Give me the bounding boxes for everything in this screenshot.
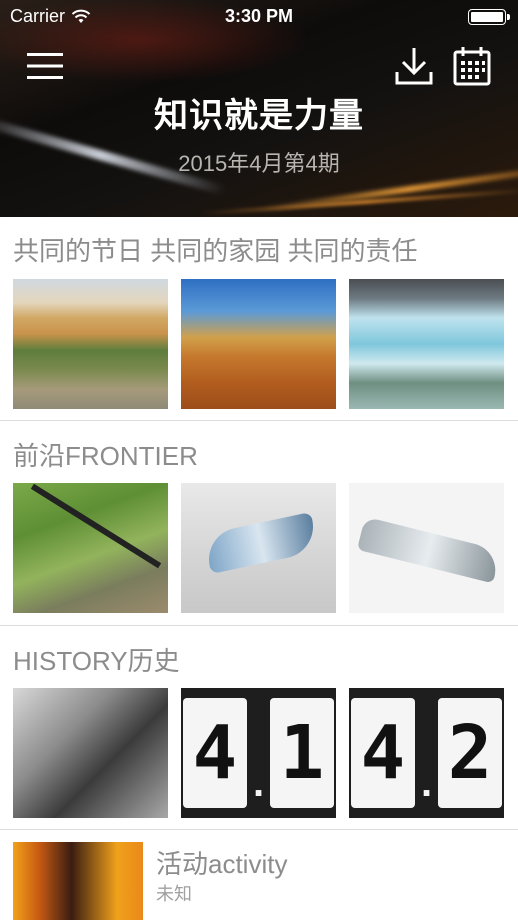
battery-icon <box>468 9 510 25</box>
flip-digit: 1 <box>270 698 335 808</box>
article-thumbnail[interactable] <box>349 279 504 409</box>
article-thumbnail[interactable] <box>349 483 504 613</box>
calendar-icon <box>453 47 491 86</box>
article-thumbnail[interactable] <box>13 688 168 818</box>
flip-digit: 4 <box>182 698 247 808</box>
section-thumbnails <box>13 279 504 409</box>
issue-header: Carrier 3:30 PM 知识就是力量 2015年4月第4期 <box>0 0 518 217</box>
section-thumbnails: 4 . 1 4 . 2 <box>13 688 504 818</box>
section-title: 共同的节日 共同的家园 共同的责任 <box>13 236 418 266</box>
flip-dot: . <box>252 761 265 805</box>
download-icon <box>395 48 433 85</box>
clock: 3:30 PM <box>224 6 294 26</box>
section-divider <box>0 420 518 421</box>
menu-icon <box>27 53 63 79</box>
activity-subtitle: 未知 <box>156 884 192 904</box>
article-thumbnail[interactable] <box>181 483 336 613</box>
section-thumbnails <box>13 483 504 613</box>
section-title: HISTORY历史 <box>13 646 180 676</box>
article-thumbnail[interactable]: 4 . 2 <box>349 688 504 818</box>
flip-digit: 2 <box>438 698 503 808</box>
section-divider <box>0 829 518 830</box>
activity-thumbnail[interactable] <box>13 842 143 920</box>
magazine-title: 知识就是力量 <box>154 97 364 135</box>
section-title: 前沿FRONTIER <box>13 441 198 471</box>
article-thumbnail[interactable] <box>181 279 336 409</box>
article-thumbnail[interactable] <box>13 279 168 409</box>
calendar-button[interactable] <box>453 46 491 86</box>
issue-label: 2015年4月第4期 <box>178 151 340 176</box>
section-divider <box>0 625 518 626</box>
status-bar: Carrier 3:30 PM <box>0 0 518 34</box>
download-button[interactable] <box>395 46 433 86</box>
article-thumbnail[interactable]: 4 . 1 <box>181 688 336 818</box>
flip-dot: . <box>420 761 433 805</box>
flip-digit: 4 <box>350 698 415 808</box>
article-thumbnail[interactable] <box>13 483 168 613</box>
menu-button[interactable] <box>27 52 63 80</box>
activity-title[interactable]: 活动activity <box>156 844 287 881</box>
